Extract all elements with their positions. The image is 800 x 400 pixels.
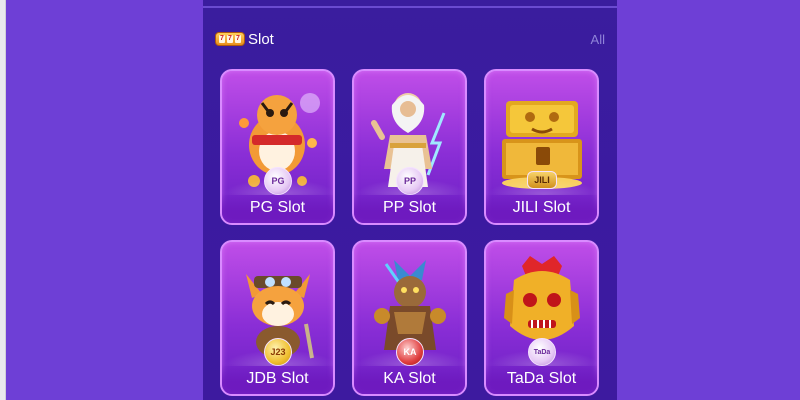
provider-card-label: PP Slot bbox=[354, 193, 465, 223]
provider-card-tada[interactable]: TaDa TaDa Slot bbox=[484, 240, 599, 396]
jili-logo-icon: JILI bbox=[527, 171, 557, 189]
view-all-link[interactable]: All bbox=[591, 32, 605, 47]
provider-card-label: KA Slot bbox=[354, 364, 465, 394]
slot-provider-grid: PG PG Slot PP PP Slot JILI JILI Slot J23… bbox=[220, 69, 599, 396]
provider-card-label: JDB Slot bbox=[222, 364, 333, 394]
slot-panel: 777 Slot All PG PG Slot PP PP Slot JILI … bbox=[203, 0, 617, 400]
provider-card-ka[interactable]: KA KA Slot bbox=[352, 240, 467, 396]
provider-card-jili[interactable]: JILI JILI Slot bbox=[484, 69, 599, 225]
provider-card-jdb[interactable]: J23 JDB Slot bbox=[220, 240, 335, 396]
pp-logo-icon: PP bbox=[396, 167, 424, 195]
slot-section-header: 777 Slot All bbox=[215, 28, 605, 50]
panel-divider bbox=[203, 6, 617, 8]
ka-logo-icon: KA bbox=[396, 338, 424, 366]
provider-card-pp[interactable]: PP PP Slot bbox=[352, 69, 467, 225]
left-window-edge bbox=[0, 0, 6, 400]
provider-card-pg[interactable]: PG PG Slot bbox=[220, 69, 335, 225]
slot-machine-icon: 777 bbox=[215, 32, 245, 46]
provider-card-label: PG Slot bbox=[222, 193, 333, 223]
pg-logo-icon: PG bbox=[264, 167, 292, 195]
jdb-logo-icon: J23 bbox=[264, 338, 292, 366]
provider-card-label: JILI Slot bbox=[486, 193, 597, 223]
tada-logo-icon: TaDa bbox=[528, 338, 556, 366]
section-title: Slot bbox=[248, 30, 274, 48]
provider-card-label: TaDa Slot bbox=[486, 364, 597, 394]
